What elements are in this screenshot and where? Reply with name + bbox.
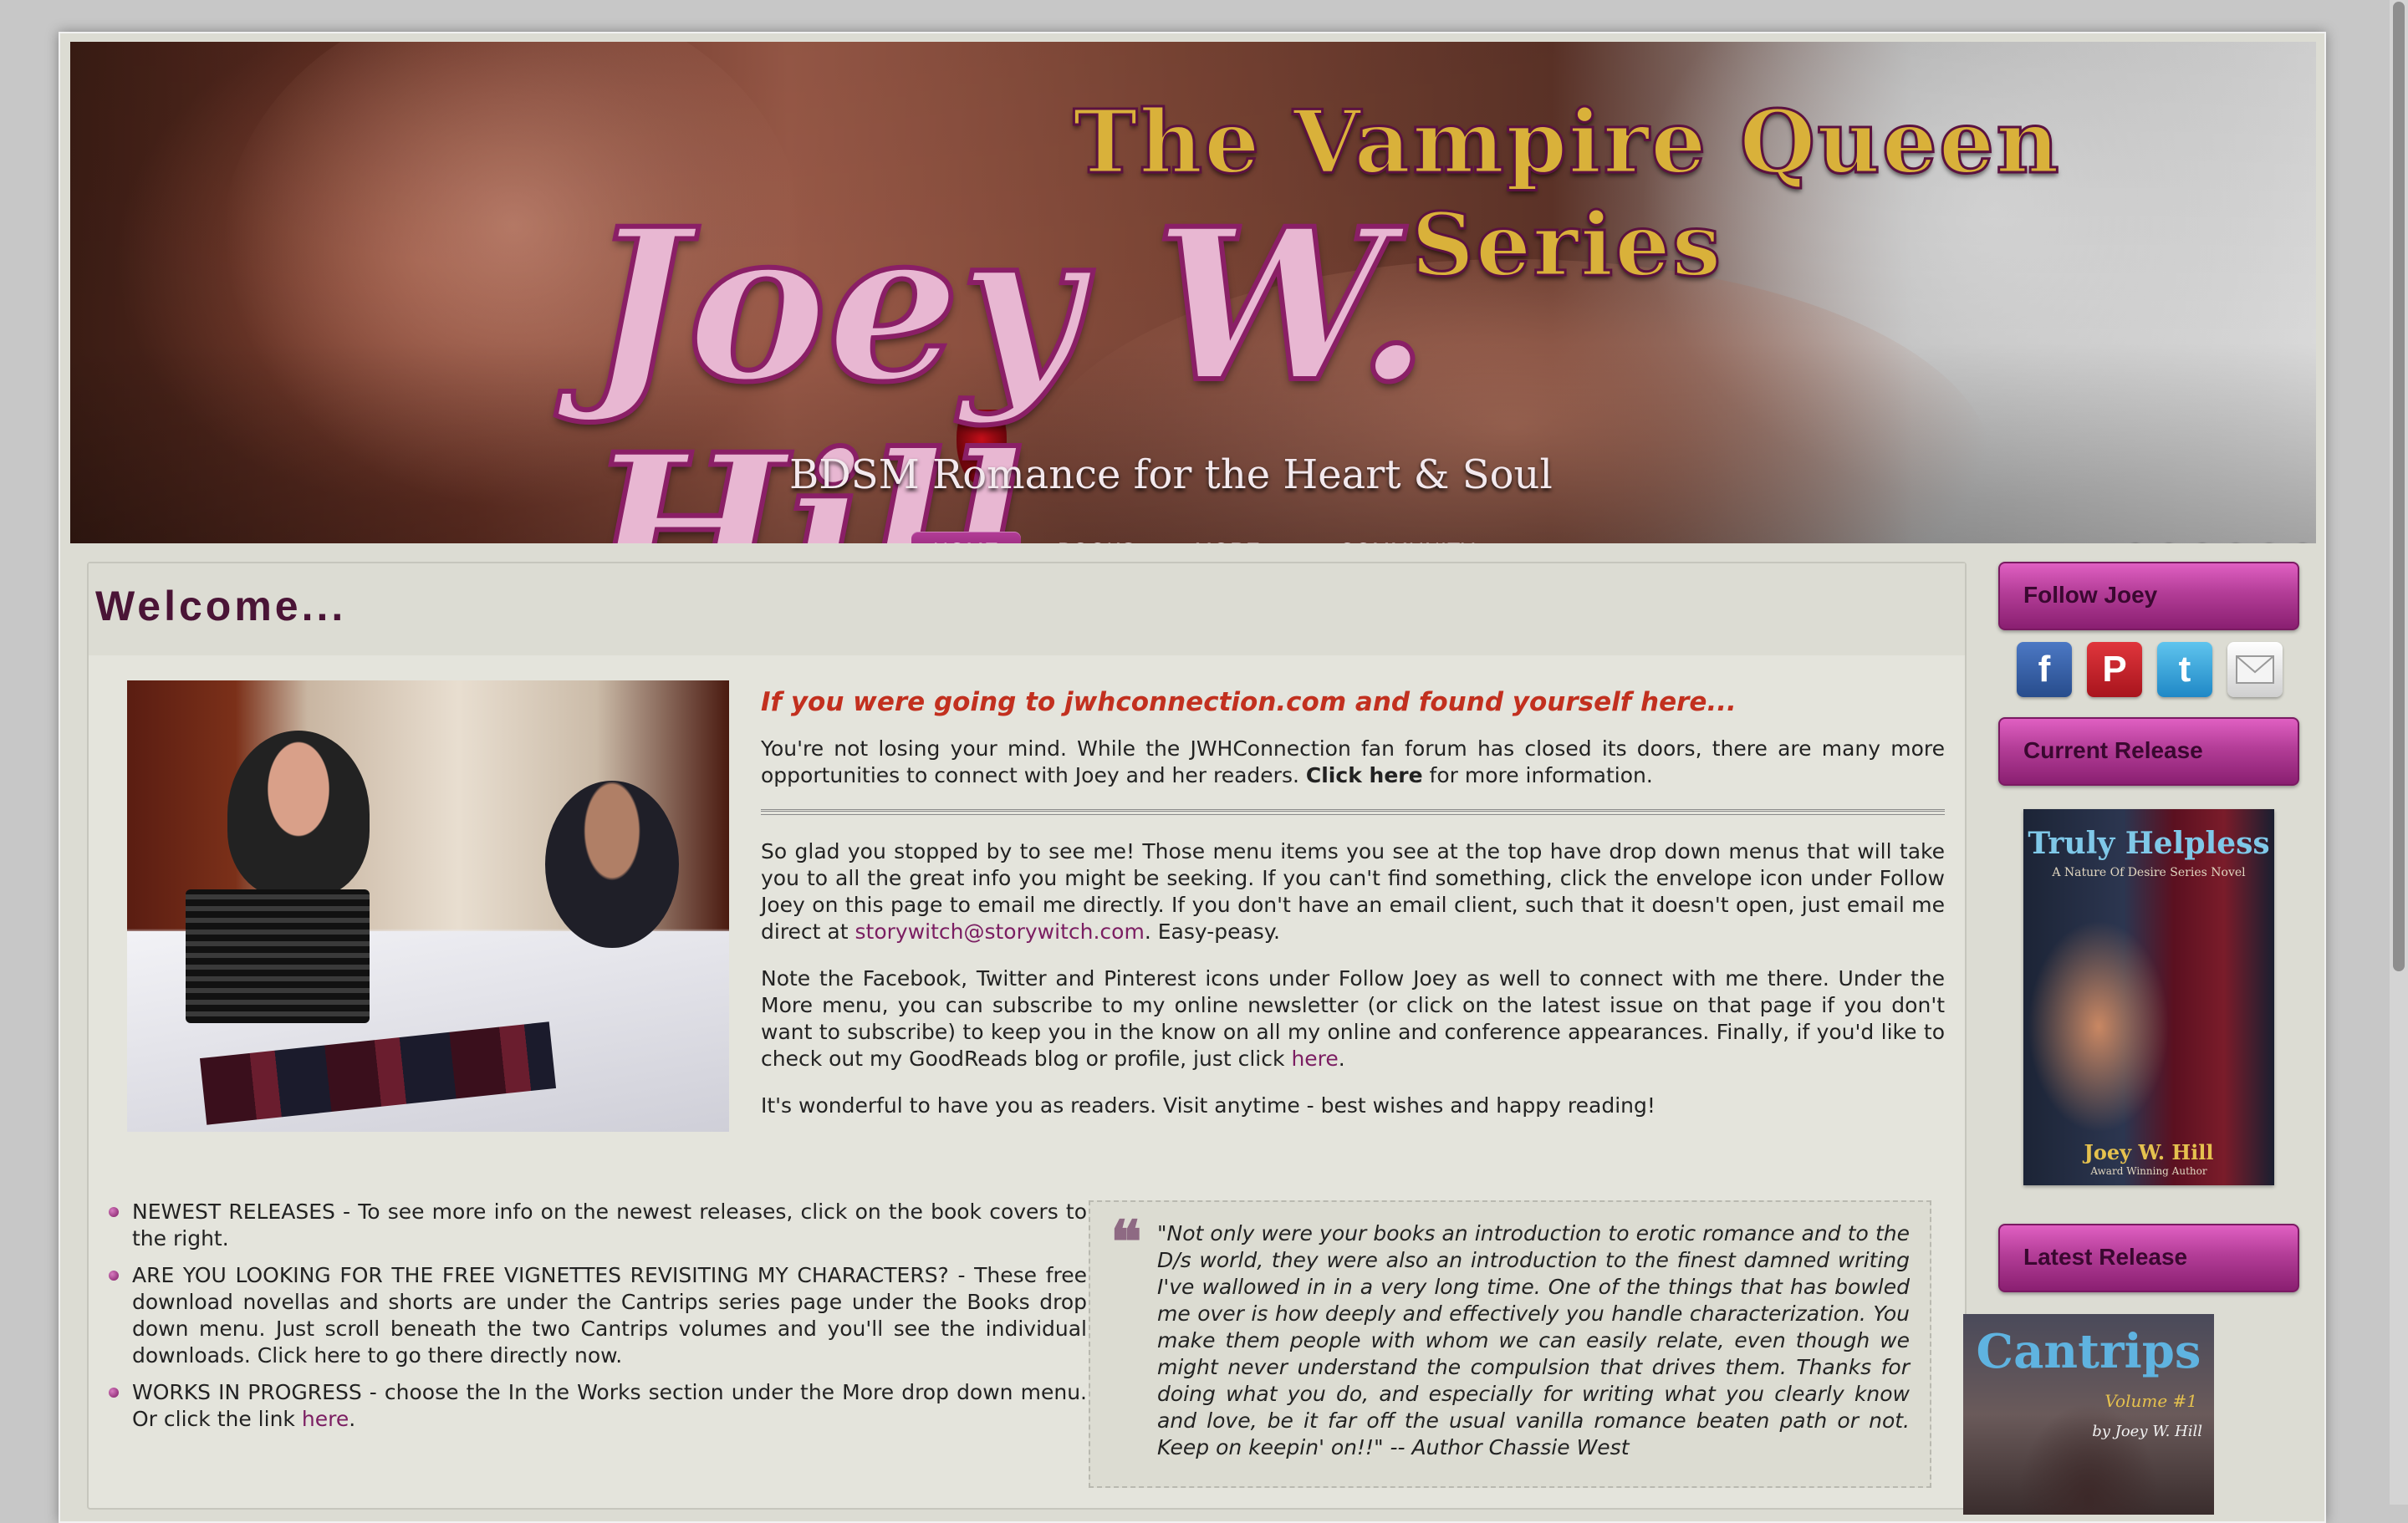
follow-joey-heading: Follow Joey: [1998, 562, 2299, 630]
latest-release-heading: Latest Release: [1998, 1224, 2299, 1292]
twitter-icon[interactable]: t: [2157, 642, 2212, 697]
intro-paragraph-3: Note the Facebook, Twitter and Pinterest…: [761, 966, 1945, 1071]
current-release-cover[interactable]: Truly Helpless A Nature Of Desire Series…: [2023, 809, 2274, 1185]
intro-text: If you were going to jwhconnection.com a…: [761, 689, 1945, 1139]
facebook-icon[interactable]: f: [2017, 642, 2072, 697]
latest-release-cover[interactable]: Cantrips Volume #1 by Joey W. Hill: [1963, 1314, 2214, 1515]
pinterest-icon[interactable]: P: [2087, 642, 2142, 697]
quote-text: "Not only were your books an introductio…: [1157, 1221, 1910, 1459]
page-container: The Vampire Queen Series Joey W. Hill BD…: [59, 32, 2326, 1523]
current-release-heading: Current Release: [1998, 717, 2299, 786]
social-links: f P t: [2017, 642, 2283, 697]
intro-paragraph-1: You're not losing your mind. While the J…: [761, 736, 1945, 787]
author-signing-photo: [127, 680, 729, 1132]
header-banner: The Vampire Queen Series Joey W. Hill BD…: [70, 42, 2316, 543]
nav-community[interactable]: COMMUNITY: [1318, 532, 1497, 543]
page-title: Welcome...: [95, 583, 347, 629]
welcome-header: Welcome...: [89, 563, 1965, 655]
nav-more[interactable]: MORE...: [1173, 532, 1303, 543]
nav-books[interactable]: BOOKS: [1036, 532, 1158, 543]
intro-paragraph-4: It's wonderful to have you as readers. V…: [761, 1093, 1656, 1118]
list-item: WORKS IN PROGRESS - choose the In the Wo…: [109, 1379, 1087, 1433]
email-link[interactable]: storywitch@storywitch.com: [855, 919, 1145, 944]
tagline: BDSM Romance for the Heart & Soul: [789, 451, 1553, 498]
goodreads-link[interactable]: here: [1291, 1047, 1338, 1071]
list-item: ARE YOU LOOKING FOR THE FREE VIGNETTES R…: [109, 1262, 1087, 1369]
testimonial-quote: ❝ "Not only were your books an introduct…: [1089, 1200, 1931, 1488]
list-item: NEWEST RELEASES - To see more info on th…: [109, 1199, 1087, 1252]
page-scrollbar[interactable]: [2390, 0, 2408, 1505]
nav-home[interactable]: HOME: [911, 532, 1021, 543]
quote-mark-icon: ❝: [1110, 1207, 1142, 1276]
main-nav: HOME BOOKS MORE... COMMUNITY: [911, 532, 1513, 543]
works-in-progress-link[interactable]: here: [302, 1407, 349, 1431]
envelope-icon[interactable]: [2227, 642, 2283, 697]
intro-paragraph-2: So glad you stopped by to see me! Those …: [761, 839, 1945, 944]
intro-headline: If you were going to jwhconnection.com a…: [761, 687, 1737, 717]
click-here-link[interactable]: Click here: [1306, 763, 1423, 787]
divider: [761, 809, 1945, 815]
main-content: Welcome... If you were going to jwhconne…: [87, 562, 1967, 1510]
scrollbar-thumb[interactable]: [2393, 2, 2405, 971]
info-list: NEWEST RELEASES - To see more info on th…: [109, 1199, 1087, 1443]
